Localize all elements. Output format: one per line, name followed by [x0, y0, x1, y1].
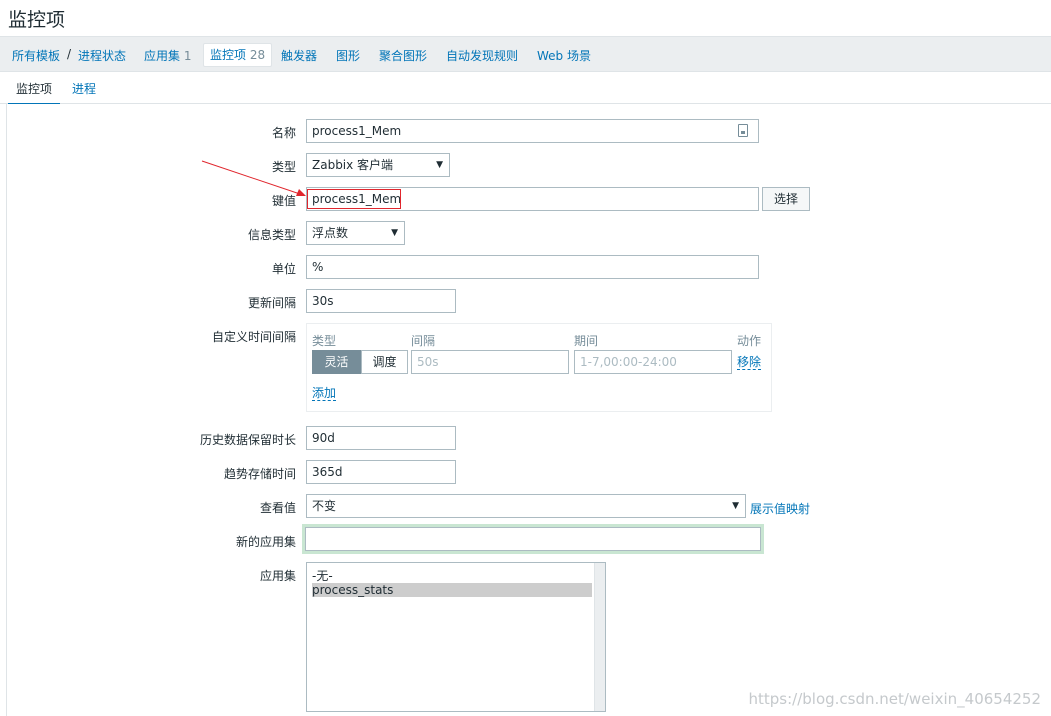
breadcrumb-template[interactable]: 进程状态 — [78, 47, 126, 64]
list-item[interactable]: -无- — [312, 569, 592, 583]
breadcrumb-all-templates[interactable]: 所有模板 — [12, 47, 60, 64]
history-label: 历史数据保留时长 — [199, 433, 296, 447]
tab-process[interactable]: 进程 — [72, 80, 96, 97]
col-period-header: 期间 — [574, 334, 599, 348]
breadcrumb-items-active[interactable]: 监控项 28 — [203, 43, 273, 67]
period-input[interactable]: 1-7,00:00-24:00 — [574, 350, 732, 374]
breadcrumb-graphs[interactable]: 图形 — [336, 47, 360, 64]
remove-interval-link[interactable]: 移除 — [737, 355, 762, 370]
new-application-value — [306, 532, 311, 546]
watermark: https://blog.csdn.net/weixin_40654252 — [748, 690, 1041, 708]
custom-intervals-label: 自定义时间间隔 — [211, 330, 296, 344]
name-label: 名称 — [271, 126, 296, 140]
type-value: Zabbix 客户端 — [312, 158, 394, 172]
textbox-expand-icon[interactable] — [738, 124, 748, 137]
info-type-value: 浮点数 — [312, 226, 349, 240]
trends-label: 趋势存储时间 — [223, 467, 296, 481]
update-interval-input[interactable]: 30s — [306, 289, 456, 313]
valuemap-select[interactable]: 不变 ▼ — [306, 494, 746, 518]
show-valuemap-link[interactable]: 展示值映射 — [750, 500, 810, 517]
tab-item[interactable]: 监控项 — [8, 80, 61, 106]
applications-label: 应用集 — [259, 569, 296, 583]
flexible-toggle[interactable]: 灵活 — [312, 350, 361, 374]
breadcrumb-discovery[interactable]: 自动发现规则 — [446, 47, 518, 64]
chevron-down-icon: ▼ — [436, 160, 443, 170]
list-item-selected[interactable]: process_stats — [312, 583, 592, 597]
interval-placeholder: 50s — [417, 355, 439, 369]
title-bar: 监控项 — [0, 0, 1051, 36]
update-interval-value: 30s — [312, 294, 334, 308]
history-value: 90d — [312, 431, 335, 445]
info-type-select[interactable]: 浮点数 ▼ — [306, 221, 405, 245]
applications-listbox[interactable]: -无- process_stats — [306, 562, 606, 712]
key-label: 键值 — [271, 194, 296, 208]
col-type-header: 类型 — [312, 334, 337, 348]
type-label: 类型 — [271, 160, 296, 174]
period-placeholder: 1-7,00:00-24:00 — [580, 355, 677, 369]
breadcrumb-applications[interactable]: 应用集 1 — [144, 47, 191, 64]
new-application-field — [305, 527, 761, 551]
new-application-input[interactable] — [302, 524, 764, 554]
name-value: process1_Mem — [312, 124, 402, 138]
breadcrumb: 所有模板 / 进程状态 应用集 1 监控项 28 触发器 图形 聚合图形 自动发… — [0, 36, 1051, 72]
interval-input[interactable]: 50s — [411, 350, 569, 374]
items-count: 28 — [249, 48, 266, 62]
select-key-button[interactable]: 选择 — [762, 187, 810, 211]
valuemap-label: 查看值 — [259, 501, 296, 515]
history-input[interactable]: 90d — [306, 426, 456, 450]
new-application-label: 新的应用集 — [235, 535, 296, 549]
applications-count: 1 — [183, 49, 192, 63]
col-action-header: 动作 — [737, 334, 762, 348]
breadcrumb-web[interactable]: Web 场景 — [537, 47, 591, 64]
breadcrumb-triggers[interactable]: 触发器 — [281, 47, 317, 64]
info-type-label: 信息类型 — [247, 228, 296, 242]
tabs: 监控项 进程 — [0, 72, 1051, 106]
units-label: 单位 — [271, 262, 296, 276]
custom-intervals-table: 类型 间隔 期间 动作 灵活 调度 50s 1-7,00:00-24:00 移除… — [306, 323, 772, 412]
page-title: 监控项 — [8, 9, 66, 31]
valuemap-value: 不变 — [312, 499, 337, 513]
units-input[interactable]: % — [306, 255, 759, 279]
breadcrumb-separator: / — [67, 47, 72, 61]
update-interval-label: 更新间隔 — [247, 296, 296, 310]
scheduling-toggle[interactable]: 调度 — [361, 350, 408, 374]
listbox-scrollbar[interactable] — [594, 563, 605, 711]
items-label: 监控项 — [210, 48, 247, 62]
trends-value: 365d — [312, 465, 343, 479]
breadcrumb-screens[interactable]: 聚合图形 — [379, 47, 427, 64]
chevron-down-icon: ▼ — [391, 228, 398, 238]
applications-label: 应用集 — [144, 49, 181, 63]
name-input[interactable]: process1_Mem — [306, 119, 759, 143]
chevron-down-icon: ▼ — [732, 501, 739, 511]
trends-input[interactable]: 365d — [306, 460, 456, 484]
add-interval-link[interactable]: 添加 — [312, 386, 337, 401]
col-interval-header: 间隔 — [411, 334, 436, 348]
key-highlight-box — [307, 189, 401, 209]
units-value: % — [312, 260, 324, 274]
type-select[interactable]: Zabbix 客户端 ▼ — [306, 153, 450, 177]
